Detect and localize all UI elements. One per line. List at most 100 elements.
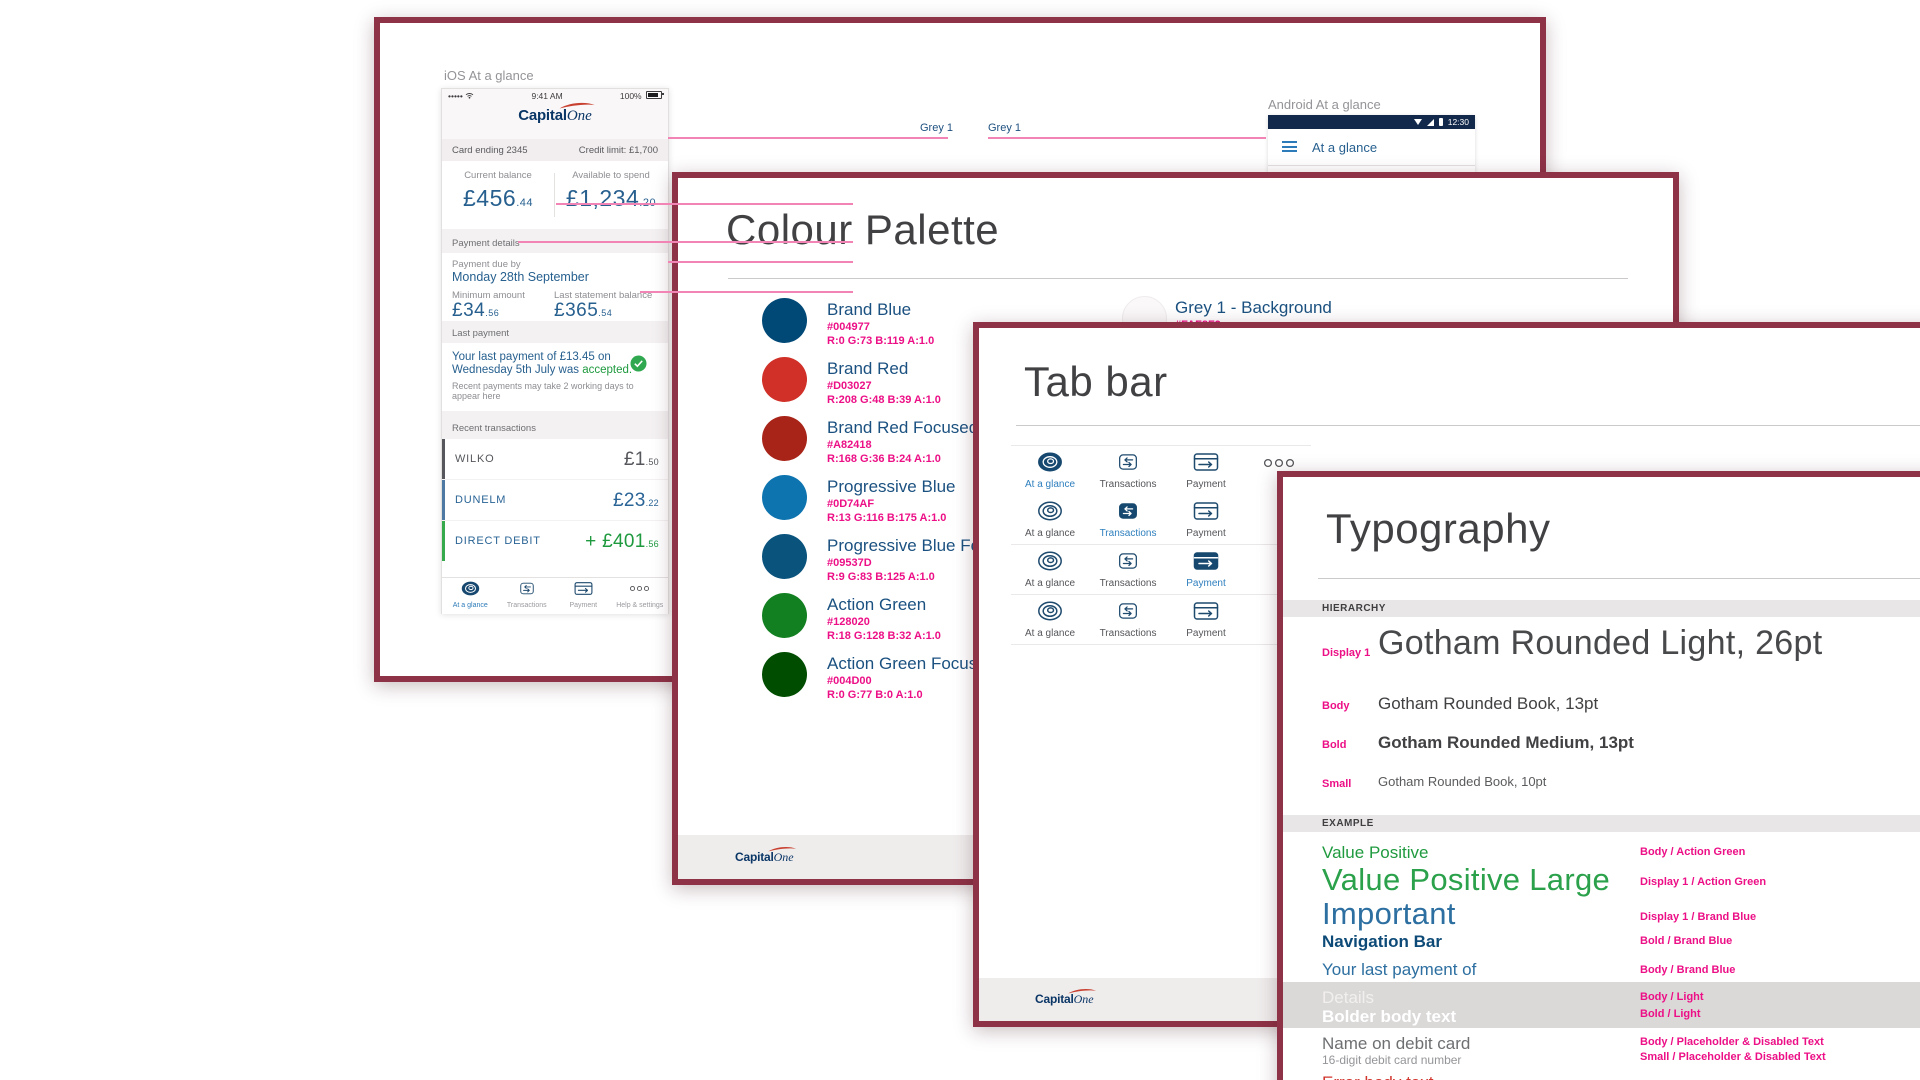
- tab-item-at-a-glance[interactable]: At a glance: [1011, 501, 1089, 539]
- example-note: Display 1 / Brand Blue: [1640, 911, 1756, 923]
- android-artboard-label: Android At a glance: [1268, 97, 1381, 112]
- payment-icon: [1193, 452, 1219, 472]
- phone-tab-payment[interactable]: Payment: [555, 578, 612, 614]
- example-details: Details: [1322, 988, 1374, 1008]
- tab-item-at-a-glance[interactable]: At a glance: [1011, 601, 1089, 639]
- swatch-name: Action Green: [827, 595, 926, 615]
- type-tag: Body: [1322, 700, 1350, 712]
- transaction-name: WILKO: [455, 453, 494, 465]
- tab-item-transactions[interactable]: Transactions: [1089, 551, 1167, 589]
- swatch-hex: #004977: [827, 321, 870, 333]
- phone-tab-help-settings[interactable]: Help & settings: [612, 578, 669, 614]
- android-app-bar-title: At a glance: [1312, 140, 1377, 155]
- swatch-hex: #004D00: [827, 675, 872, 687]
- logo-swoosh: [1067, 987, 1097, 995]
- type-sample-body: Gotham Rounded Book, 13pt: [1378, 694, 1598, 714]
- tab-item-payment[interactable]: Payment: [1167, 452, 1245, 490]
- swatch-name: Grey 1 - Background: [1175, 298, 1332, 318]
- transactions-icon: [1117, 501, 1139, 521]
- payment-icon: [574, 581, 593, 596]
- tab-item-label: Payment: [1167, 479, 1245, 490]
- overflow-dots-icon[interactable]: [1263, 456, 1297, 470]
- payment-due-label: Payment due by: [452, 259, 521, 270]
- tab-item-label: At a glance: [1011, 578, 1089, 589]
- tab-item-at-a-glance[interactable]: At a glance: [1011, 551, 1089, 589]
- example-navigation-bar: Navigation Bar: [1322, 932, 1442, 952]
- payment-icon: [1193, 501, 1219, 521]
- iphone-mockup: ••••• 9:41 AM 100% CapitalOne: [441, 88, 669, 614]
- tab-item-payment[interactable]: Payment: [1167, 601, 1245, 639]
- section-recent-transactions: Recent transactions: [452, 423, 536, 434]
- example-your-last-payment: Your last payment of: [1322, 960, 1476, 980]
- tab-item-label: Transactions: [1089, 628, 1167, 639]
- typography-title: Typography: [1326, 505, 1550, 553]
- wifi-icon: [1414, 119, 1422, 125]
- tab-item-label: Transactions: [1089, 479, 1167, 490]
- tab-item-transactions[interactable]: Transactions: [1089, 452, 1167, 490]
- tab-item-label: Transactions: [1089, 528, 1167, 539]
- phone-tab-transactions[interactable]: Transactions: [499, 578, 556, 614]
- transaction-accent: [442, 521, 445, 561]
- swatch-circle: [762, 357, 807, 402]
- example-note: Small / Placeholder & Disabled Text: [1640, 1051, 1826, 1063]
- phone-tab-at-a-glance[interactable]: At a glance: [442, 578, 499, 614]
- example-section-header: EXAMPLE: [1283, 815, 1920, 832]
- at-a-glance-icon: [461, 581, 480, 596]
- payment-icon: [1193, 551, 1219, 571]
- type-sample-small: Gotham Rounded Book, 10pt: [1378, 774, 1546, 789]
- payment-icon: [1193, 601, 1219, 621]
- swatch-rgb: R:0 G:73 B:119 A:1.0: [827, 335, 934, 347]
- section-payment-details: Payment details: [452, 238, 520, 249]
- grey1-annotation-label: Grey 1: [988, 122, 1021, 134]
- example-note: Display 1 / Action Green: [1640, 876, 1766, 888]
- logo-swoosh: [767, 845, 797, 853]
- swatch-name: Brand Red: [827, 359, 908, 379]
- last-statement-annotation-line: [640, 291, 853, 293]
- example-bolder-body-text: Bolder body text: [1322, 1007, 1456, 1027]
- last-payment-line2: Wednesday 5th July was accepted.: [452, 364, 632, 376]
- example-value-positive: Value Positive: [1322, 843, 1428, 863]
- tab-item-label: At a glance: [1011, 628, 1089, 639]
- last-payment-card: Your last payment of £13.45 on Wednesday…: [442, 343, 668, 411]
- example-error-text: Error body text: [1322, 1073, 1434, 1080]
- swatch-hex: #A82418: [827, 439, 872, 451]
- capital-one-logo: CapitalOne: [735, 851, 794, 863]
- transactions-icon: [1117, 601, 1139, 621]
- tab-item-label: At a glance: [1011, 479, 1089, 490]
- tab-item-payment[interactable]: Payment: [1167, 551, 1245, 589]
- grey1-annotation-label: Grey 1: [920, 122, 953, 134]
- transaction-row[interactable]: WILKO £1.50: [442, 439, 668, 479]
- available-to-spend-label: Available to spend: [555, 170, 667, 181]
- at-a-glance-icon: [1037, 501, 1063, 521]
- tab-bar-state-row: At a glance Transactions Payment: [1011, 495, 1311, 545]
- grey1-annotation-line: [988, 137, 1266, 139]
- tab-bar-title: Tab bar: [1024, 358, 1168, 406]
- example-value-positive-large: Value Positive Large: [1322, 862, 1610, 898]
- battery-icon: [1439, 118, 1443, 126]
- typography-panel: Typography HIERARCHY Display 1 Gotham Ro…: [1277, 471, 1920, 1080]
- hierarchy-section-header: HIERARCHY: [1283, 600, 1920, 617]
- tab-item-transactions[interactable]: Transactions: [1089, 601, 1167, 639]
- transaction-row[interactable]: DIRECT DEBIT + £401.56: [442, 521, 668, 561]
- payment-due-annotation-line: [668, 261, 853, 263]
- tab-item-transactions[interactable]: Transactions: [1089, 501, 1167, 539]
- transaction-amount: + £401.56: [585, 531, 659, 553]
- capital-one-logo: CapitalOne: [1035, 993, 1094, 1005]
- capital-one-logo: CapitalOne: [518, 108, 592, 124]
- card-ending: Card ending 2345: [452, 145, 528, 156]
- swatch-rgb: R:168 G:36 B:24 A:1.0: [827, 453, 941, 465]
- swatch-name: Progressive Blue: [827, 477, 956, 497]
- example-note: Body / Placeholder & Disabled Text: [1640, 1036, 1824, 1048]
- type-sample-display: Gotham Rounded Light, 26pt: [1378, 624, 1822, 663]
- tab-item-at-a-glance[interactable]: At a glance: [1011, 452, 1089, 490]
- tab-bar-state-row: At a glance Transactions Payment: [1011, 545, 1311, 595]
- example-name-on-debit-card: Name on debit card: [1322, 1034, 1470, 1054]
- swatch-rgb: R:13 G:116 B:175 A:1.0: [827, 512, 946, 524]
- transaction-row[interactable]: DUNELM £23.22: [442, 480, 668, 520]
- status-time: 9:41 AM: [531, 91, 562, 101]
- hamburger-menu-icon[interactable]: [1282, 141, 1297, 155]
- swatch-circle: [762, 475, 807, 520]
- section-last-payment: Last payment: [452, 328, 509, 339]
- tab-item-payment[interactable]: Payment: [1167, 501, 1245, 539]
- phone-logo-wrap: CapitalOne: [442, 107, 668, 125]
